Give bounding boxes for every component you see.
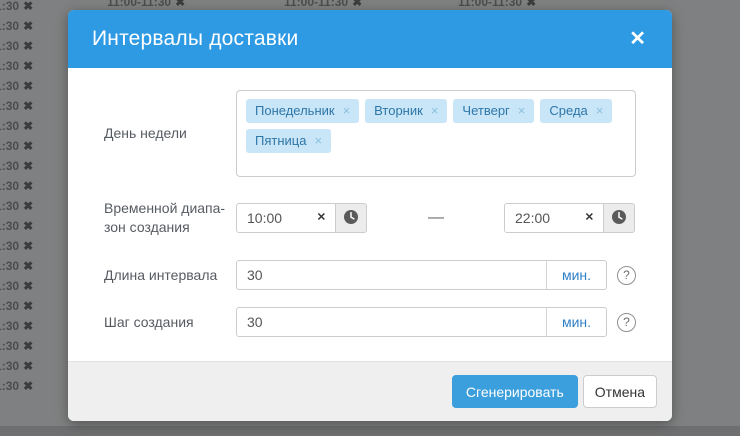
background-remove-icon: ✖	[175, 0, 185, 9]
time-to-clear-icon[interactable]: ✕	[585, 213, 594, 224]
close-icon[interactable]: ✕	[627, 27, 648, 51]
generate-button[interactable]: Сгенерировать	[452, 375, 578, 408]
time-range-label: Временной диапа- зон создания	[104, 199, 236, 237]
day-tag-label: Вторник	[374, 103, 423, 119]
background-remove-icon: ✖	[23, 259, 33, 273]
background-interval-chip: 11:00-11:30✖	[284, 0, 362, 9]
background-remove-icon: ✖	[23, 359, 33, 373]
time-from-clear-icon[interactable]: ✕	[317, 213, 326, 224]
background-interval-chip: 11:00-11:30✖	[107, 0, 185, 9]
background-remove-icon: ✖	[23, 279, 33, 293]
modal-footer: Сгенерировать Отмена	[68, 361, 672, 421]
time-range-row: Временной диапа- зон создания ✕	[104, 198, 636, 238]
background-interval-chip: 11:00-11:30✖	[0, 179, 33, 193]
background-interval-chip: 11:00-11:30✖	[0, 319, 33, 333]
background-remove-icon: ✖	[23, 139, 33, 153]
background-interval-chip: 11:00-11:30✖	[0, 279, 33, 293]
cancel-button[interactable]: Отмена	[583, 375, 657, 408]
background-interval-chip: 11:00-11:30✖	[0, 199, 33, 213]
day-of-week-label: День недели	[104, 124, 236, 143]
background-remove-icon: ✖	[526, 0, 536, 9]
modal-title: Интервалы доставки	[92, 27, 298, 51]
background-remove-icon: ✖	[23, 19, 33, 33]
background-interval-chip: 11:00-11:30✖	[0, 19, 33, 33]
background-remove-icon: ✖	[23, 199, 33, 213]
day-tag-label: Понедельник	[255, 103, 335, 119]
day-tag-label: Среда	[549, 103, 587, 119]
modal-header: Интервалы доставки ✕	[68, 10, 672, 68]
day-of-week-row: День недели Понедельник × Вторник × Четверг ×…	[104, 90, 636, 177]
background-remove-icon: ✖	[23, 99, 33, 113]
creation-step-input[interactable]	[237, 308, 546, 336]
background-interval-chip: 11:00-11:30✖	[0, 99, 33, 113]
time-to-group: ✕	[504, 203, 636, 233]
background-interval-chip: 11:00-11:30✖	[0, 119, 33, 133]
creation-step-field: мин.	[236, 307, 607, 337]
background-remove-icon: ✖	[23, 339, 33, 353]
interval-length-input[interactable]	[237, 261, 546, 289]
background-interval-chip: 11:00-11:30✖	[0, 379, 33, 393]
background-remove-icon: ✖	[23, 239, 33, 253]
creation-step-help-icon[interactable]: ?	[617, 313, 636, 332]
tag-remove-icon[interactable]: ×	[431, 103, 439, 119]
background-interval-chip: 11:00-11:30✖	[0, 259, 33, 273]
modal-body: День недели Понедельник × Вторник × Четверг ×…	[68, 68, 672, 361]
backdrop-bottom-strip	[0, 426, 740, 436]
tag-remove-icon[interactable]: ×	[343, 103, 351, 119]
background-remove-icon: ✖	[23, 159, 33, 173]
day-tag-label: Четверг	[462, 103, 509, 119]
background-interval-chip: 11:00-11:30✖	[0, 159, 33, 173]
background-interval-chip: 11:00-11:30✖	[0, 59, 33, 73]
time-to-picker-button[interactable]	[603, 203, 635, 233]
background-remove-icon: ✖	[23, 59, 33, 73]
interval-length-unit[interactable]: мин.	[546, 261, 606, 289]
background-interval-chip: 11:00-11:30✖	[0, 0, 33, 13]
creation-step-label: Шаг создания	[104, 313, 236, 332]
clock-icon	[611, 209, 627, 228]
creation-step-unit[interactable]: мин.	[546, 308, 606, 336]
background-interval-chip: 11:00-11:30✖	[0, 219, 33, 233]
time-range-controls: ✕ — ✕	[236, 203, 636, 233]
tag-remove-icon[interactable]: ×	[596, 103, 604, 119]
day-tag[interactable]: Понедельник ×	[246, 99, 359, 123]
time-from-picker-button[interactable]	[335, 203, 367, 233]
clock-icon	[343, 209, 359, 228]
background-interval-chip: 11:00-11:30✖	[0, 39, 33, 53]
background-interval-chip: 11:00-11:30✖	[0, 339, 33, 353]
day-tag[interactable]: Вторник ×	[365, 99, 447, 123]
time-from-group: ✕	[236, 203, 368, 233]
interval-length-label: Длина интервала	[104, 266, 236, 285]
day-tag[interactable]: Четверг ×	[453, 99, 534, 123]
background-remove-icon: ✖	[23, 179, 33, 193]
background-remove-icon: ✖	[23, 79, 33, 93]
background-interval-chip: 11:00-11:30✖	[0, 299, 33, 313]
background-remove-icon: ✖	[23, 379, 33, 393]
interval-length-field: мин.	[236, 260, 607, 290]
background-remove-icon: ✖	[23, 39, 33, 53]
interval-length-row: Длина интервала мин. ?	[104, 260, 636, 290]
background-remove-icon: ✖	[23, 319, 33, 333]
background-interval-chip: 11:00-11:30✖	[0, 359, 33, 373]
interval-length-help-icon[interactable]: ?	[617, 266, 636, 285]
background-remove-icon: ✖	[352, 0, 362, 9]
tag-remove-icon[interactable]: ×	[314, 133, 322, 149]
background-remove-icon: ✖	[23, 219, 33, 233]
background-interval-chip: 11:00-11:30✖	[458, 0, 536, 9]
background-remove-icon: ✖	[23, 0, 33, 13]
background-remove-icon: ✖	[23, 119, 33, 133]
day-tags-list[interactable]: Понедельник×Вторник×Четверг×Среда×Пятниц…	[236, 90, 636, 177]
day-tag-label: Пятница	[255, 133, 306, 149]
range-separator: —	[368, 209, 504, 227]
background-interval-chip: 11:00-11:30✖	[0, 79, 33, 93]
delivery-intervals-modal: Интервалы доставки ✕ День недели Понедел…	[68, 10, 672, 421]
creation-step-row: Шаг создания мин. ?	[104, 307, 636, 337]
day-tag[interactable]: Пятница ×	[246, 129, 331, 153]
tag-remove-icon[interactable]: ×	[518, 103, 526, 119]
background-interval-chip: 11:00-11:30✖	[0, 139, 33, 153]
background-remove-icon: ✖	[23, 299, 33, 313]
day-tag[interactable]: Среда ×	[540, 99, 612, 123]
background-interval-chip: 11:00-11:30✖	[0, 239, 33, 253]
